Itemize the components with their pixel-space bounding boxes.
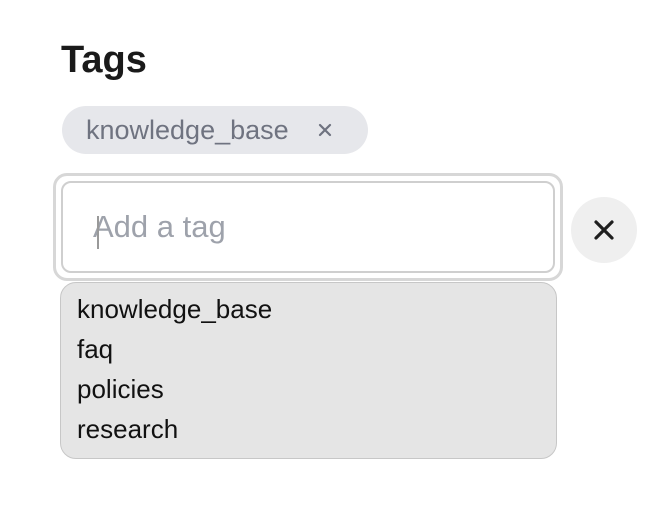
tag-chip: knowledge_base [62, 106, 368, 154]
tags-heading: Tags [61, 39, 147, 81]
tags-editor: Tags knowledge_base knowledge_base faq p… [0, 0, 670, 512]
tag-remove-button[interactable] [313, 118, 337, 142]
tag-suggestions-dropdown: knowledge_base faq policies research [60, 282, 557, 459]
close-icon [318, 123, 331, 137]
tag-chip-label: knowledge_base [86, 115, 289, 145]
suggestion-item-research[interactable]: research [61, 409, 556, 449]
text-caret [97, 216, 99, 249]
suggestion-item-faq[interactable]: faq [61, 329, 556, 369]
tag-input[interactable] [93, 183, 493, 271]
clear-input-button[interactable] [571, 197, 637, 263]
tag-input-focus-ring [53, 173, 563, 281]
suggestion-item-knowledge-base[interactable]: knowledge_base [61, 289, 556, 329]
suggestion-item-policies[interactable]: policies [61, 369, 556, 409]
close-icon [594, 220, 614, 240]
tag-input-box[interactable] [61, 181, 555, 273]
